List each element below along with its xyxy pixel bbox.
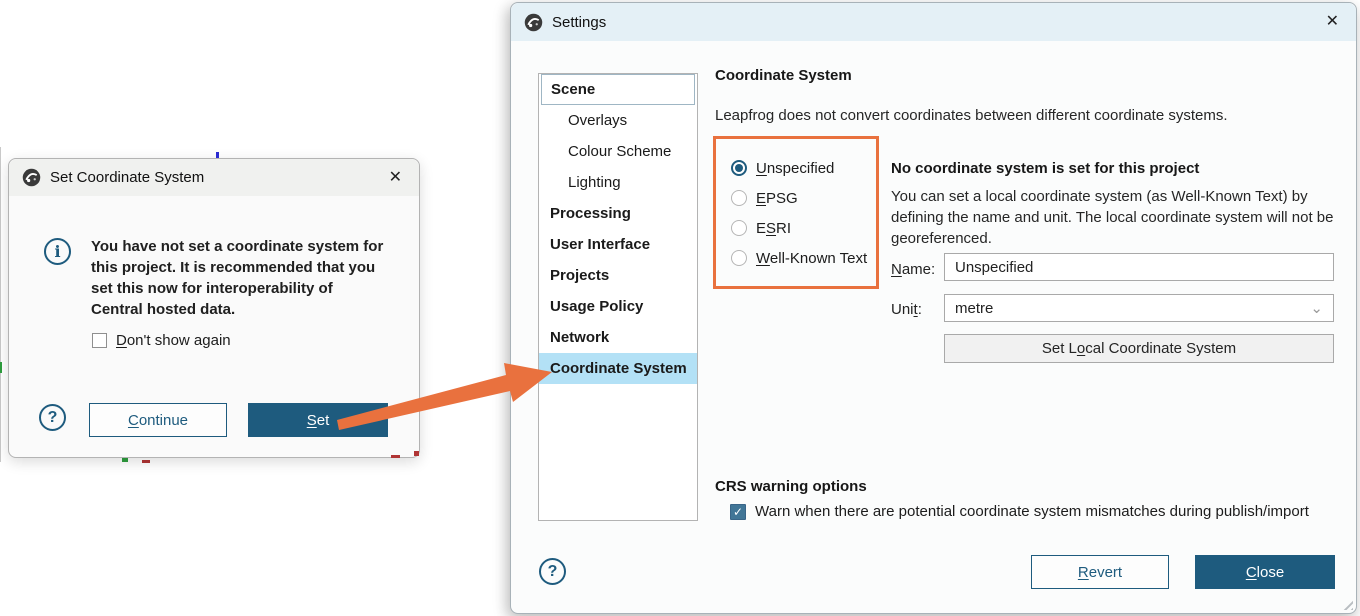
radio-option-epsg[interactable]: EPSG [731,183,876,213]
radio-label: Well-Known Text [756,250,867,267]
local-cs-description: You can set a local coordinate system (a… [891,186,1346,249]
radio-label: ESRI [756,220,791,237]
name-input[interactable] [944,253,1334,281]
set-coordinate-system-dialog: Set Coordinate System ✕ i You have not s… [8,158,420,458]
name-label: Name: [891,261,935,278]
radio-label: Unspecified [756,160,834,177]
sidebar-item-processing[interactable]: Processing [539,198,697,229]
sidebar-item-lighting[interactable]: Lighting [539,167,697,198]
background-artifact-red [414,451,419,456]
unit-dropdown-value: metre [955,300,993,317]
leapfrog-logo-icon [22,168,41,187]
settings-titlebar[interactable]: Settings ✕ [511,3,1356,41]
warn-mismatch-checkbox[interactable]: ✓ Warn when there are potential coordina… [730,503,1309,520]
checkbox-unchecked-icon[interactable] [92,333,107,348]
set-local-coordinate-system-button[interactable]: Set Local Coordinate System [944,334,1334,363]
leapfrog-logo-icon [524,13,543,32]
unit-label: Unit: [891,301,922,318]
resize-grip[interactable] [1341,598,1353,610]
chevron-down-icon: ⌄ [1310,299,1323,317]
continue-button[interactable]: Continue [89,403,227,437]
settings-sidebar: Scene Overlays Colour Scheme Lighting Pr… [538,73,698,521]
background-artifact-green [122,458,128,462]
close-icon[interactable]: ✕ [385,168,406,188]
sidebar-item-projects[interactable]: Projects [539,260,697,291]
revert-button[interactable]: Revert [1031,555,1169,589]
checkbox-checked-icon[interactable]: ✓ [730,504,746,520]
dont-show-again-checkbox[interactable]: Don't show again [92,332,231,349]
info-icon: i [44,238,71,265]
local-cs-heading: No coordinate system is set for this pro… [891,160,1199,177]
background-artifact-red [391,455,400,458]
annotation-highlight-box: Unspecified EPSG ESRI Well-Known Text [713,136,879,289]
radio-selected-icon[interactable] [731,160,747,176]
background-window-edge [0,147,1,462]
sidebar-item-overlays[interactable]: Overlays [539,105,697,136]
radio-unselected-icon[interactable] [731,250,747,266]
sidebar-item-colour-scheme[interactable]: Colour Scheme [539,136,697,167]
sidebar-item-scene[interactable]: Scene [541,74,695,105]
dialog-message: You have not set a coordinate system for… [91,236,387,320]
radio-option-well-known-text[interactable]: Well-Known Text [731,243,876,273]
radio-label: EPSG [756,190,798,207]
close-button[interactable]: Close [1195,555,1335,589]
radio-unselected-icon[interactable] [731,220,747,236]
radio-unselected-icon[interactable] [731,190,747,206]
intro-text: Leapfrog does not convert coordinates be… [715,107,1228,124]
settings-dialog: Settings ✕ Scene Overlays Colour Scheme … [510,2,1357,614]
sidebar-item-user-interface[interactable]: User Interface [539,229,697,260]
set-button[interactable]: Set [248,403,388,437]
help-button[interactable]: ? [539,558,566,585]
crs-warning-heading: CRS warning options [715,478,867,495]
dont-show-again-label: Don't show again [116,332,231,349]
dialog-title: Set Coordinate System [50,169,204,186]
background-artifact-green [0,362,2,373]
sidebar-item-network[interactable]: Network [539,322,697,353]
unit-dropdown[interactable]: metre ⌄ [944,294,1334,322]
radio-option-unspecified[interactable]: Unspecified [731,153,876,183]
warn-mismatch-label: Warn when there are potential coordinate… [755,503,1309,520]
background-artifact-red [142,460,150,463]
help-button[interactable]: ? [39,404,66,431]
close-icon[interactable]: ✕ [1322,12,1343,32]
background-artifact-blue [216,152,219,158]
radio-option-esri[interactable]: ESRI [731,213,876,243]
sidebar-item-coordinate-system[interactable]: Coordinate System [539,353,697,384]
page-title: Coordinate System [715,67,852,84]
dialog-title: Settings [552,14,606,31]
set-dialog-titlebar[interactable]: Set Coordinate System ✕ [9,159,419,196]
sidebar-item-usage-policy[interactable]: Usage Policy [539,291,697,322]
